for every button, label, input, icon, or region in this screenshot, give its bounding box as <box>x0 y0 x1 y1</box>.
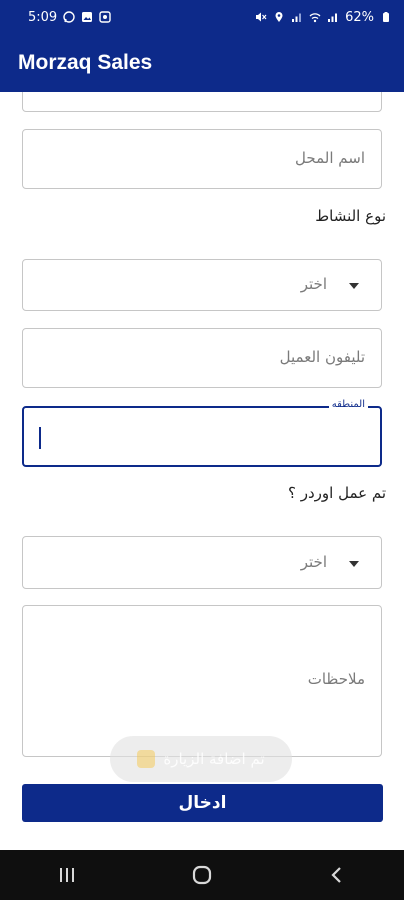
shop-name-input[interactable]: اسم المحل <box>22 129 382 189</box>
status-bar: 5:09 62% <box>0 0 404 34</box>
chevron-down-icon <box>349 283 359 289</box>
location-icon <box>275 12 283 22</box>
mute-icon <box>256 12 267 22</box>
home-icon <box>192 865 212 885</box>
app-title: Morzaq Sales <box>18 51 153 74</box>
shop-name-placeholder: اسم المحل <box>295 149 365 167</box>
status-time: 5:09 <box>28 9 58 25</box>
back-button[interactable] <box>307 850 367 900</box>
app-icon <box>137 750 156 768</box>
activity-type-selected: اختر <box>300 275 327 293</box>
signal-icon <box>292 13 302 22</box>
chevron-down-icon <box>349 561 359 567</box>
previous-field[interactable] <box>22 92 382 112</box>
signal-icon <box>328 13 338 22</box>
notes-placeholder: ملاحظات <box>307 670 365 688</box>
navigation-bar <box>0 850 404 900</box>
status-left: 5:09 <box>28 10 111 25</box>
activity-type-label: نوع النشاط <box>315 207 386 225</box>
region-input[interactable]: المنطقه <box>22 399 382 467</box>
customer-phone-placeholder: تليفون العميل <box>279 348 365 366</box>
region-floating-label: المنطقه <box>328 399 368 410</box>
settings-app-icon <box>99 11 111 23</box>
toast-text: تم اضافة الزيارة <box>163 750 265 768</box>
back-icon <box>331 867 341 883</box>
order-made-selected: اختر <box>300 553 327 571</box>
battery-text: 62% <box>345 9 374 25</box>
home-button[interactable] <box>172 850 232 900</box>
recents-icon <box>60 868 75 882</box>
status-right: 62% <box>255 10 392 25</box>
wifi-icon <box>309 13 321 23</box>
order-made-dropdown[interactable]: اختر <box>22 536 382 589</box>
order-made-label: تم عمل اوردر ؟ <box>288 484 386 502</box>
toast-message: تم اضافة الزيارة <box>110 736 292 782</box>
battery-icon <box>383 12 389 22</box>
text-cursor <box>39 427 41 449</box>
activity-type-dropdown[interactable]: اختر <box>22 259 382 311</box>
app-bar: Morzaq Sales <box>0 34 404 92</box>
submit-button[interactable]: ادخال <box>22 784 383 822</box>
customer-phone-input[interactable]: تليفون العميل <box>22 328 382 388</box>
notes-textarea[interactable]: ملاحظات <box>22 605 382 757</box>
whatsapp-icon <box>63 11 75 23</box>
recents-button[interactable] <box>37 850 97 900</box>
form-content[interactable]: اسم المحل نوع النشاط اختر تليفون العميل … <box>0 92 404 850</box>
gallery-icon <box>82 12 93 22</box>
